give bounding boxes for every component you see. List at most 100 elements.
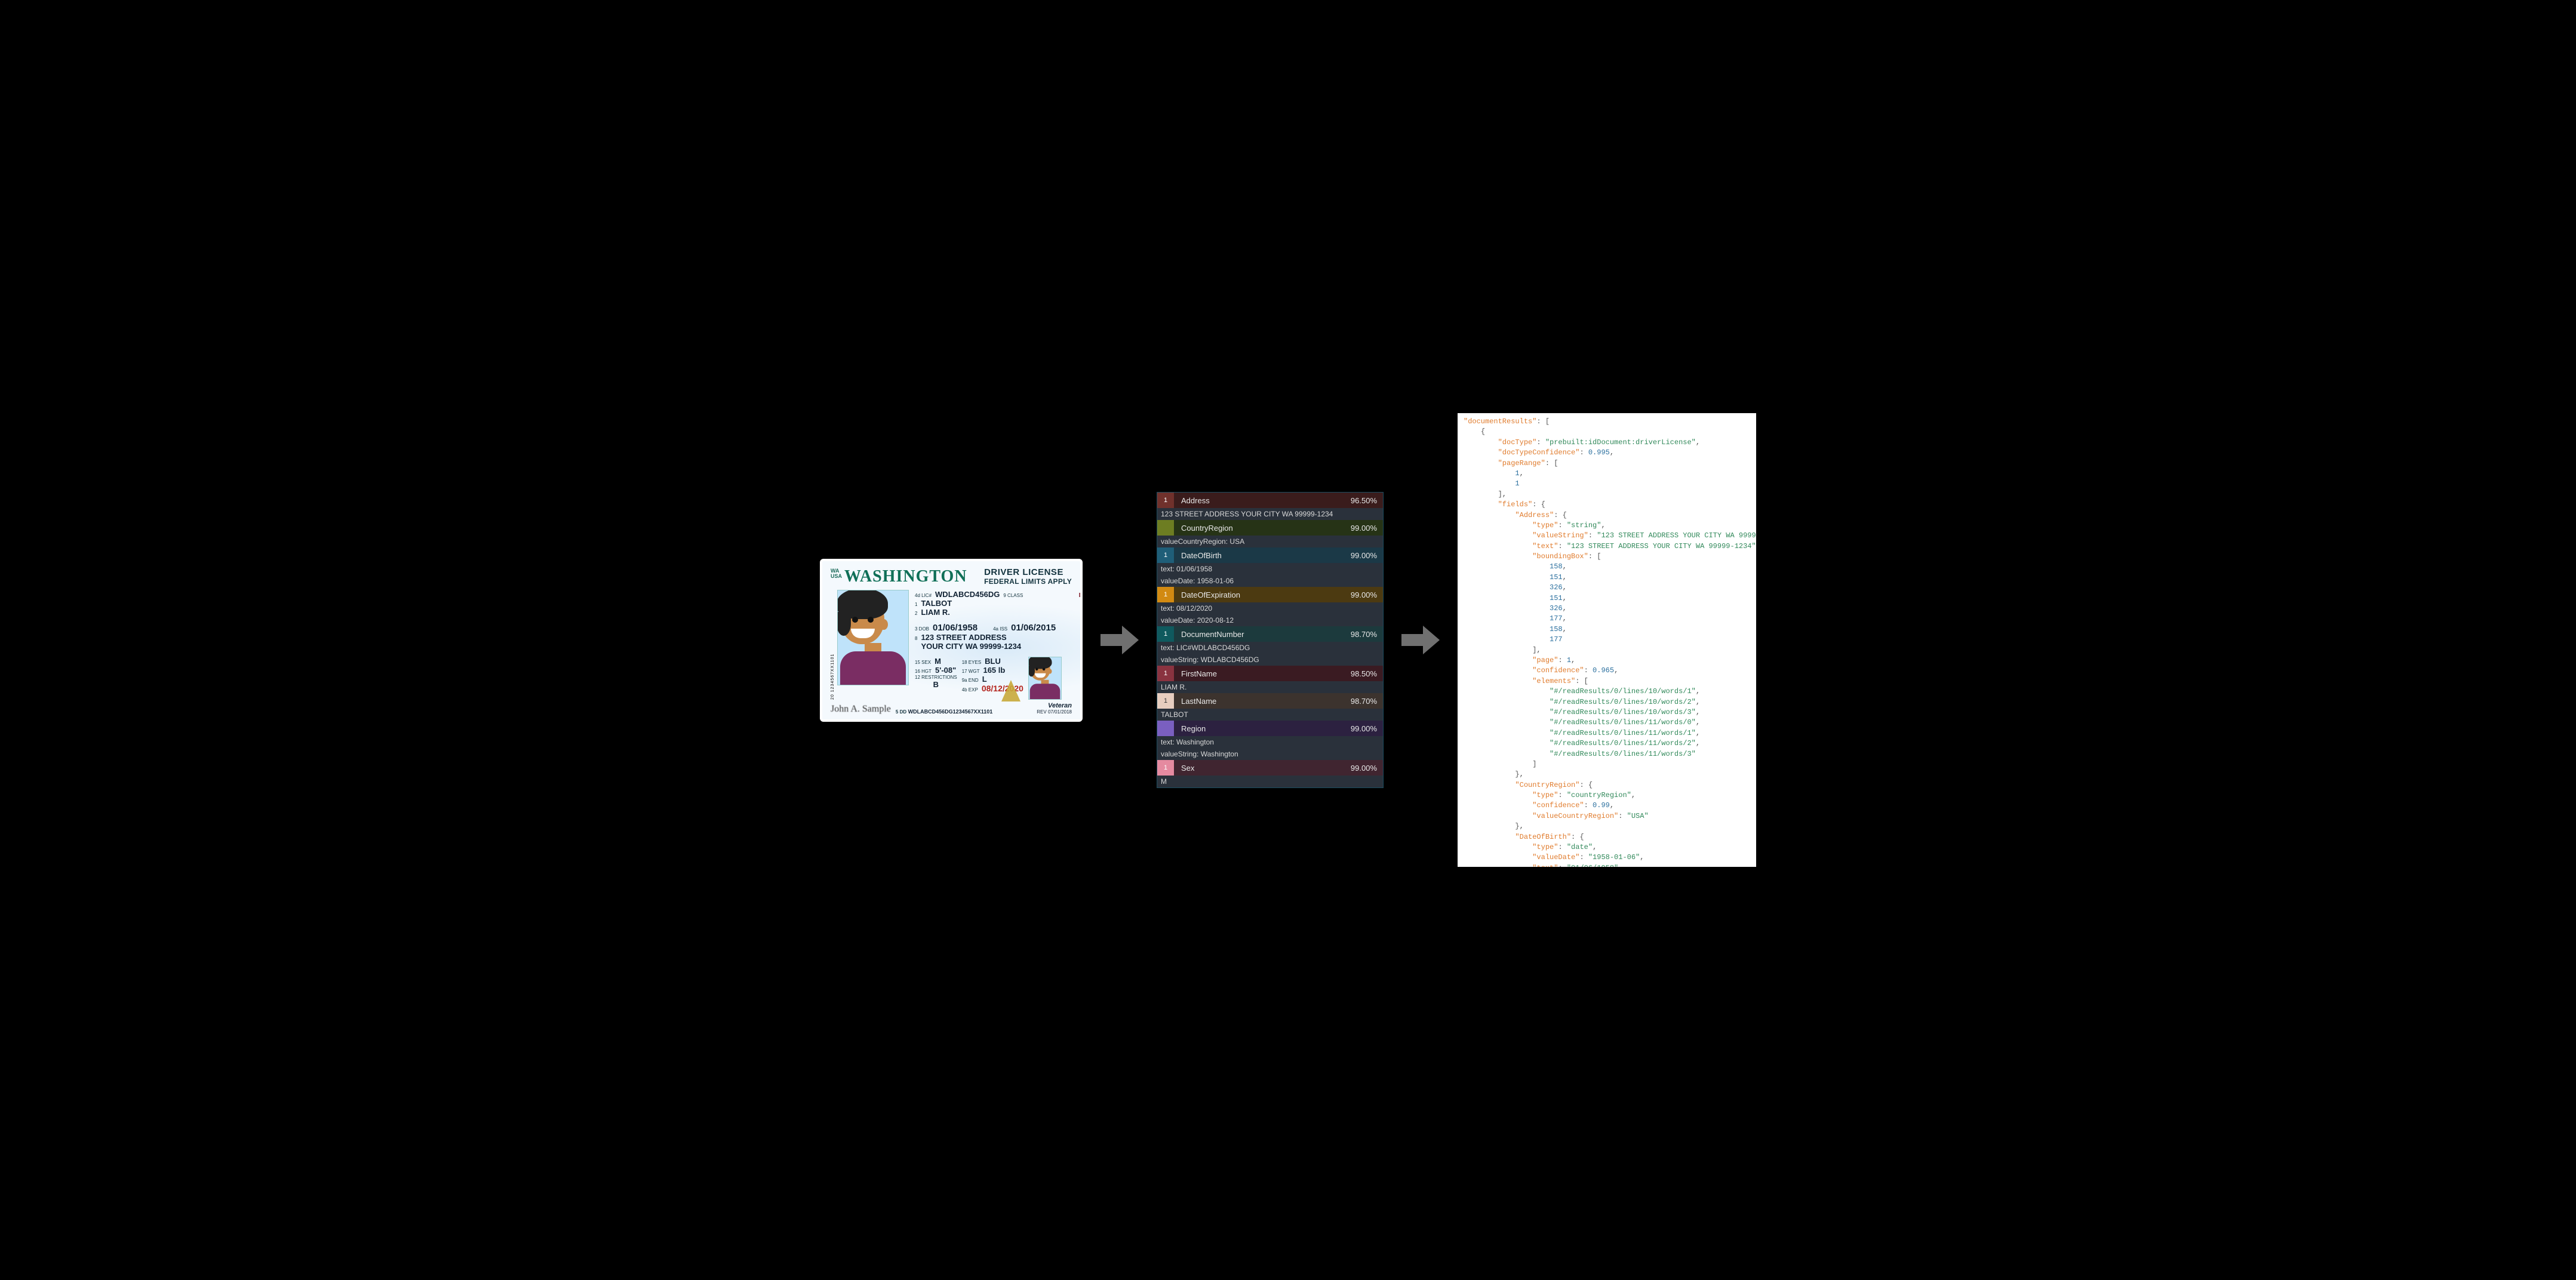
result-field[interactable]: 1Address96.50%123 STREET ADDRESS YOUR CI…: [1157, 493, 1383, 520]
result-header[interactable]: 1DocumentNumber98.70%: [1157, 626, 1383, 642]
result-confidence: 99.00%: [1351, 590, 1383, 599]
driver-license-card: WA USA WASHINGTON DRIVER LICENSE FEDERAL…: [820, 559, 1083, 722]
result-subline: valueDate: 1958-01-06: [1157, 575, 1383, 587]
sex-key: 15 SEX: [915, 660, 931, 665]
result-name: Region: [1174, 724, 1351, 733]
restr-key: 12 RESTRICTIONS: [915, 675, 957, 680]
result-confidence: 98.70%: [1351, 630, 1383, 639]
result-badge: [1157, 721, 1174, 736]
result-confidence: 98.50%: [1351, 669, 1383, 678]
stage: WA USA WASHINGTON DRIVER LICENSE FEDERAL…: [820, 413, 1756, 867]
state-abbrev-bottom: USA: [831, 574, 842, 579]
result-name: DateOfBirth: [1174, 551, 1351, 560]
lic-key: 4d LIC#: [915, 593, 932, 598]
result-confidence: 99.00%: [1351, 724, 1383, 733]
result-badge: [1157, 520, 1174, 536]
arrow-right-icon: [1401, 621, 1440, 659]
result-confidence: 99.00%: [1351, 551, 1383, 560]
result-subline: valueDate: 2020-08-12: [1157, 614, 1383, 626]
donor-badge: DONOR ♥: [1079, 592, 1083, 599]
dd-key: 5 DD: [896, 709, 906, 715]
restr-value: B: [933, 680, 939, 689]
signature: John A. Sample: [831, 704, 891, 715]
result-name: DocumentNumber: [1174, 630, 1351, 639]
primary-photo: [837, 590, 909, 685]
exp-key: 4b EXP: [962, 687, 978, 693]
hgt-value: 5'-08": [935, 666, 956, 675]
result-field[interactable]: Region99.00%text: WashingtonvalueString:…: [1157, 721, 1383, 760]
json-output-panel: "documentResults": [ { "docType": "prebu…: [1458, 413, 1756, 867]
result-header[interactable]: CountryRegion99.00%: [1157, 520, 1383, 536]
result-subline: valueString: WDLABCD456DG: [1157, 654, 1383, 666]
result-confidence: 99.00%: [1351, 764, 1383, 773]
wgt-key: 17 WGT: [962, 669, 980, 674]
result-header[interactable]: 1Sex99.00%: [1157, 760, 1383, 776]
card-subtitle: FEDERAL LIMITS APPLY: [984, 577, 1072, 586]
tree-icon: [1001, 680, 1020, 701]
wgt-value: 165 lb: [983, 666, 1005, 675]
firstname-key: 2: [915, 611, 917, 616]
result-header[interactable]: 1FirstName98.50%: [1157, 666, 1383, 681]
dd-value: WDLABCD456DG1234567XX1101: [908, 709, 993, 715]
result-badge: 1: [1157, 547, 1174, 563]
result-confidence: 98.70%: [1351, 697, 1383, 706]
result-subline: text: 08/12/2020: [1157, 602, 1383, 614]
result-header[interactable]: 1LastName98.70%: [1157, 693, 1383, 709]
result-subline: text: LIC#WDLABCD456DG: [1157, 642, 1383, 654]
result-subline: 123 STREET ADDRESS YOUR CITY WA 99999-12…: [1157, 508, 1383, 520]
result-header[interactable]: 1Address96.50%: [1157, 493, 1383, 508]
iss-key: 4a ISS: [993, 626, 1007, 632]
state-name: WASHINGTON: [844, 567, 967, 586]
result-header[interactable]: Region99.00%: [1157, 721, 1383, 736]
donor-text: DONOR: [1079, 592, 1083, 599]
result-badge: 1: [1157, 626, 1174, 642]
result-field[interactable]: 1DateOfBirth99.00%text: 01/06/1958valueD…: [1157, 547, 1383, 587]
addr-key: 8: [915, 636, 917, 641]
lastname-key: 1: [915, 602, 917, 607]
result-name: DateOfExpiration: [1174, 590, 1351, 599]
result-badge: 1: [1157, 493, 1174, 508]
revision-date: REV 07/01/2018: [1037, 709, 1072, 715]
result-subline: text: Washington: [1157, 736, 1383, 748]
result-field[interactable]: CountryRegion99.00%valueCountryRegion: U…: [1157, 520, 1383, 547]
barcode-label: 20 1234567XX1101: [831, 586, 835, 700]
lic-number: WDLABCD456DG: [935, 590, 1000, 599]
result-confidence: 96.50%: [1351, 496, 1383, 505]
result-name: Address: [1174, 496, 1351, 505]
dob-key: 3 DOB: [915, 626, 929, 632]
result-field[interactable]: 1FirstName98.50%LIAM R.: [1157, 666, 1383, 693]
hgt-key: 16 HGT: [915, 669, 932, 674]
result-subline: text: 01/06/1958: [1157, 563, 1383, 575]
result-subline: TALBOT: [1157, 709, 1383, 721]
result-subline: valueCountryRegion: USA: [1157, 536, 1383, 547]
address-line2: YOUR CITY WA 99999-1234: [921, 642, 1021, 651]
result-header[interactable]: 1DateOfExpiration99.00%: [1157, 587, 1383, 602]
result-subline: M: [1157, 776, 1383, 787]
result-name: CountryRegion: [1174, 524, 1351, 533]
arrow-right-icon: [1101, 621, 1139, 659]
extraction-results-panel: 1Address96.50%123 STREET ADDRESS YOUR CI…: [1157, 492, 1384, 788]
class-key: 9 CLASS: [1003, 593, 1023, 598]
end-value: L: [982, 675, 987, 684]
result-subline: valueString: Washington: [1157, 748, 1383, 760]
result-subline: LIAM R.: [1157, 681, 1383, 693]
address-line1: 123 STREET ADDRESS: [921, 633, 1006, 642]
result-confidence: 99.00%: [1351, 524, 1383, 533]
eyes-value: BLU: [985, 657, 1001, 666]
result-name: Sex: [1174, 764, 1351, 773]
result-field[interactable]: 1Sex99.00%M: [1157, 760, 1383, 787]
result-badge: 1: [1157, 693, 1174, 709]
sex-value: M: [935, 657, 941, 666]
result-badge: 1: [1157, 760, 1174, 776]
result-field[interactable]: 1DateOfExpiration99.00%text: 08/12/2020v…: [1157, 587, 1383, 626]
result-header[interactable]: 1DateOfBirth99.00%: [1157, 547, 1383, 563]
end-key: 9a END: [962, 678, 979, 683]
result-field[interactable]: 1DocumentNumber98.70%text: LIC#WDLABCD45…: [1157, 626, 1383, 666]
card-title: DRIVER LICENSE: [984, 567, 1072, 577]
veteran-badge: Veteran: [1037, 702, 1072, 709]
lastname: TALBOT: [921, 599, 952, 608]
eyes-key: 18 EYES: [962, 660, 981, 665]
iss-value: 01/06/2015: [1011, 623, 1056, 633]
result-badge: 1: [1157, 666, 1174, 681]
result-field[interactable]: 1LastName98.70%TALBOT: [1157, 693, 1383, 721]
